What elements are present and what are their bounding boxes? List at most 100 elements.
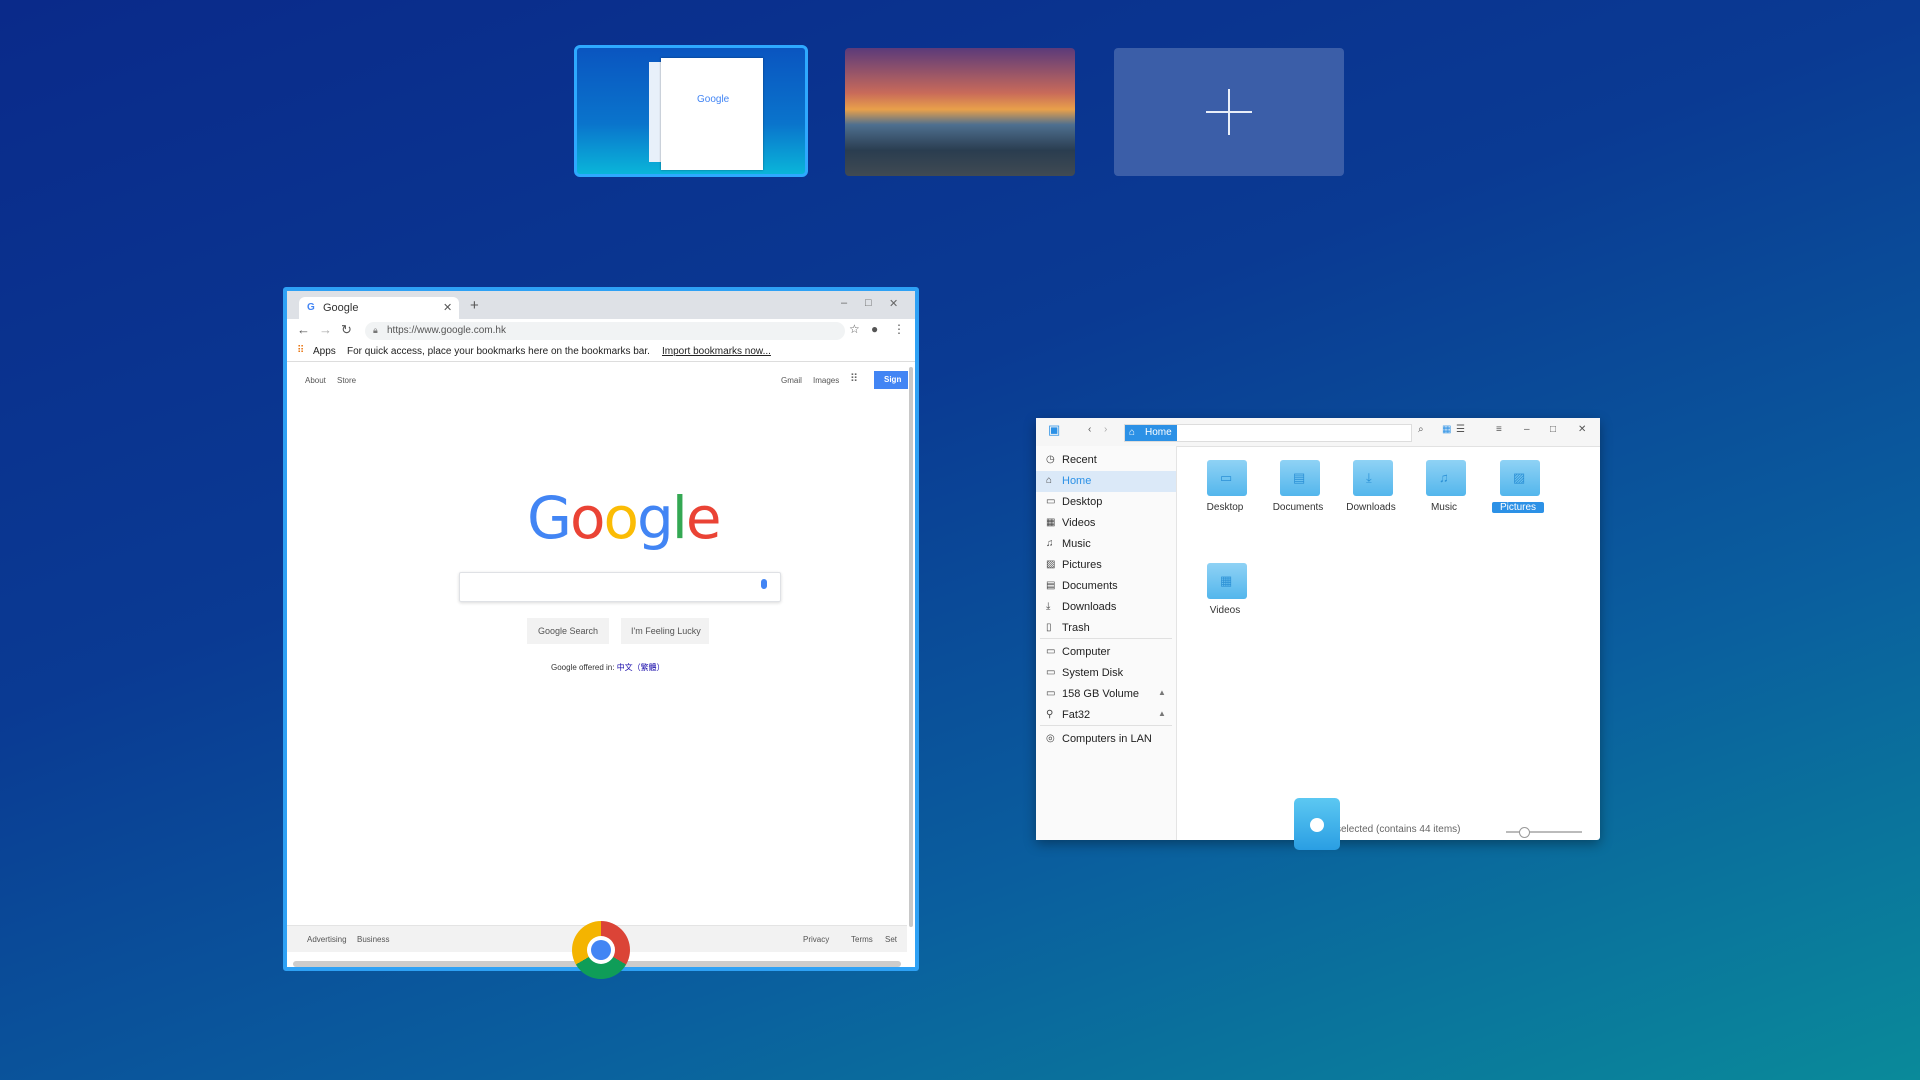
star-icon[interactable]: ☆ <box>849 322 860 336</box>
language-link[interactable]: 中文（繁體） <box>617 663 665 672</box>
gmail-link[interactable]: Gmail <box>781 376 802 385</box>
address-bar-row: ← → ↻ 🔒︎ https://www.google.com.hk ☆ ● ⋮ <box>287 319 915 343</box>
disk-icon: ▭ <box>1046 688 1056 699</box>
chrome-app-icon <box>572 921 630 979</box>
tab-google[interactable]: G Google ✕ <box>299 297 459 319</box>
sidebar-item-music[interactable]: ♫ Music <box>1036 534 1176 555</box>
folder-glyph-icon: ⤓ <box>1366 470 1372 485</box>
sidebar-item-desktop[interactable]: ▭ Desktop <box>1036 492 1176 513</box>
disk-icon: ▭ <box>1046 667 1056 678</box>
maximize-icon[interactable]: □ <box>1550 424 1556 435</box>
sidebar-item-fat32[interactable]: ⚲ Fat32 ▲ <box>1036 705 1176 726</box>
folder-pictures[interactable]: ▨ Pictures <box>1482 456 1554 526</box>
workspace-1-thumbnail[interactable]: Google <box>574 45 808 177</box>
trash-icon: ▯ <box>1046 622 1052 633</box>
feeling-lucky-button[interactable]: I'm Feeling Lucky <box>621 618 709 644</box>
folder-label: Music <box>1430 502 1458 513</box>
sidebar-item-label: Home <box>1062 475 1092 487</box>
import-bookmarks-link[interactable]: Import bookmarks now... <box>662 346 771 357</box>
folder-music[interactable]: ♫ Music <box>1408 456 1480 526</box>
folder-label: Pictures <box>1492 502 1544 513</box>
folder-downloads[interactable]: ⤓ Downloads <box>1335 456 1407 526</box>
apps-grid-icon[interactable]: ⠿ <box>850 372 858 385</box>
home-icon: ⌂ <box>1129 427 1136 438</box>
store-link[interactable]: Store <box>337 376 356 385</box>
breadcrumb: ⌂ Home <box>1124 424 1412 442</box>
terms-link[interactable]: Terms <box>851 935 873 944</box>
sidebar-item-158-gb-volume[interactable]: ▭ 158 GB Volume ▲ <box>1036 684 1176 705</box>
usb-icon: ⚲ <box>1046 709 1054 720</box>
tab-bar: G Google ✕ + – □ ✕ <box>287 291 915 319</box>
reload-icon[interactable]: ↻ <box>341 322 352 338</box>
chrome-window[interactable]: G Google ✕ + – □ ✕ ← → ↻ 🔒︎ https://www.… <box>283 287 919 971</box>
close-tab-icon[interactable]: ✕ <box>443 301 452 314</box>
close-icon[interactable]: ✕ <box>1578 424 1586 435</box>
sidebar-item-label: Desktop <box>1062 496 1103 508</box>
url-input[interactable]: 🔒︎ https://www.google.com.hk <box>365 322 845 340</box>
sidebar-item-trash[interactable]: ▯ Trash <box>1036 618 1176 639</box>
menu-dots-icon[interactable]: ⋮ <box>893 322 905 336</box>
folder-desktop[interactable]: ▭ Desktop <box>1189 456 1261 526</box>
list-view-icon[interactable]: ☰ <box>1456 424 1465 435</box>
folder-documents[interactable]: ▤ Documents <box>1262 456 1334 526</box>
images-link[interactable]: Images <box>813 376 839 385</box>
advertising-link[interactable]: Advertising <box>307 935 347 944</box>
back-arrow-icon[interactable]: ← <box>297 322 310 337</box>
bookmarks-hint: For quick access, place your bookmarks h… <box>347 346 650 357</box>
sidebar-item-computer[interactable]: ▭ Computer <box>1036 642 1176 663</box>
sidebar-item-documents[interactable]: ▤ Documents <box>1036 576 1176 597</box>
zoom-slider[interactable] <box>1506 827 1582 838</box>
zoom-slider-knob[interactable] <box>1519 827 1530 838</box>
icon-view-icon[interactable]: ▦ <box>1442 424 1451 435</box>
download-icon: ⤓ <box>1046 601 1051 612</box>
sidebar-divider <box>1040 638 1172 639</box>
sidebar: ◷ Recent ⌂ Home ▭ Desktop ▦ Videos ♫ Music ▨ Pictur… <box>1036 446 1177 840</box>
vertical-scrollbar[interactable] <box>909 367 913 927</box>
about-link[interactable]: About <box>305 376 326 385</box>
sign-in-button[interactable]: Sign <box>874 371 908 389</box>
sidebar-item-home[interactable]: ⌂ Home <box>1036 471 1176 492</box>
close-window-icon[interactable]: ✕ <box>889 297 898 310</box>
forward-icon[interactable]: › <box>1104 424 1107 435</box>
eject-icon[interactable]: ▲ <box>1158 709 1166 718</box>
music-icon: ♫ <box>1046 538 1054 549</box>
desktop-icon: ▭ <box>1046 496 1056 507</box>
add-workspace-button[interactable] <box>1114 48 1344 176</box>
microphone-icon[interactable] <box>761 579 767 589</box>
sidebar-item-system-disk[interactable]: ▭ System Disk <box>1036 663 1176 684</box>
folder-icon: ⤓ <box>1353 460 1393 496</box>
sidebar-item-recent[interactable]: ◷ Recent <box>1036 450 1176 471</box>
network-icon: ◎ <box>1046 733 1055 744</box>
back-icon[interactable]: ‹ <box>1088 424 1091 435</box>
file-manager-window[interactable]: ▣ ‹ › ⌂ Home ⌕ ▦ ☰ ≡ – □ ✕ ◷ Recent ⌂ Home ▭… <box>1036 418 1600 840</box>
lock-icon: 🔒︎ <box>373 325 378 335</box>
file-manager-toolbar: ▣ ‹ › ⌂ Home ⌕ ▦ ☰ ≡ – □ ✕ <box>1036 418 1600 447</box>
apps-link[interactable]: Apps <box>313 346 336 357</box>
sidebar-item-computers-in-lan[interactable]: ◎ Computers in LAN <box>1036 729 1176 750</box>
breadcrumb-home[interactable]: ⌂ Home <box>1125 425 1177 441</box>
sidebar-item-downloads[interactable]: ⤓ Downloads <box>1036 597 1176 618</box>
business-link[interactable]: Business <box>357 935 389 944</box>
privacy-link[interactable]: Privacy <box>803 935 829 944</box>
search-input[interactable] <box>459 572 781 602</box>
google-search-button[interactable]: Google Search <box>527 618 609 644</box>
new-tab-button[interactable]: + <box>470 297 479 314</box>
search-icon[interactable]: ⌕ <box>1418 424 1424 435</box>
workspace-2-thumbnail[interactable] <box>845 48 1075 176</box>
sidebar-item-videos[interactable]: ▦ Videos <box>1036 513 1176 534</box>
status-text: selected (contains 44 items) <box>1336 824 1461 835</box>
settings-link[interactable]: Set <box>885 935 897 944</box>
sidebar-item-label: Fat32 <box>1062 709 1091 721</box>
forward-arrow-icon[interactable]: → <box>319 322 332 337</box>
eject-icon[interactable]: ▲ <box>1158 688 1166 697</box>
minimize-icon[interactable]: – <box>841 297 847 309</box>
account-icon[interactable]: ● <box>871 322 878 336</box>
maximize-icon[interactable]: □ <box>865 297 872 309</box>
minimize-icon[interactable]: – <box>1524 424 1530 435</box>
menu-icon[interactable]: ≡ <box>1496 424 1502 435</box>
folder-glyph-icon: ▤ <box>1293 470 1306 485</box>
sidebar-item-pictures[interactable]: ▨ Pictures <box>1036 555 1176 576</box>
sidebar-item-label: Videos <box>1062 517 1096 529</box>
folder-videos[interactable]: ▦ Videos <box>1189 559 1261 629</box>
sidebar-item-label: 158 GB Volume <box>1062 688 1140 700</box>
